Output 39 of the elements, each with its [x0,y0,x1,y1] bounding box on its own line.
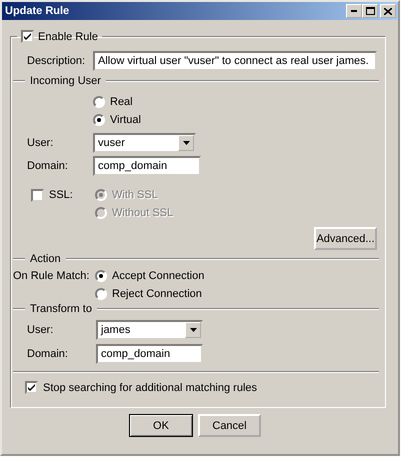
radio-label: Virtual [110,114,141,126]
section-header: Transform to [30,303,92,315]
ok-button[interactable]: OK [129,414,193,437]
checkbox[interactable] [21,30,34,43]
close-icon[interactable] [380,4,396,18]
window-title: Update Rule [5,5,70,17]
section-header: Action [30,253,61,265]
field-label: On Rule Match: [13,269,90,284]
field-label: User: [27,137,54,149]
radio-button[interactable] [93,114,105,126]
checkbox-label: Stop searching for additional matching rules [43,382,258,394]
checkbox[interactable] [31,188,44,202]
user-dropdown[interactable]: james [96,320,203,340]
radio-button[interactable] [95,288,107,300]
radio-label: With SSL [112,189,158,201]
checkbox-label: Enable Rule [38,30,98,42]
radio-label: Without SSL [112,207,174,219]
field-label: User: [27,324,54,336]
advanced-button[interactable]: Advanced... [314,227,377,250]
radio-button[interactable] [93,96,105,108]
domain-field[interactable]: comp_domain [93,156,201,176]
checkbox[interactable] [25,381,38,394]
radio-label: Reject Connection [112,288,202,300]
user-dropdown[interactable]: vuser [93,133,196,153]
minimize-icon[interactable] [346,4,362,18]
domain-field[interactable]: comp_domain [96,344,203,364]
section-header: Incoming User [30,75,101,87]
field-label: Domain: [27,160,69,172]
cancel-button[interactable]: Cancel [198,414,261,437]
radio-label: Real [110,96,133,108]
description-field[interactable]: Allow virtual user "vuser" to connect as real user james. [93,51,377,71]
field-label: Description: [27,55,86,67]
checkmark-icon [27,383,36,392]
radio-button[interactable] [95,270,107,282]
checkbox-label: SSL: [49,189,73,201]
radio-label: Accept Connection [112,270,204,282]
field-label: Domain: [27,348,69,360]
maximize-icon[interactable] [362,4,378,18]
checkmark-icon [23,32,32,41]
